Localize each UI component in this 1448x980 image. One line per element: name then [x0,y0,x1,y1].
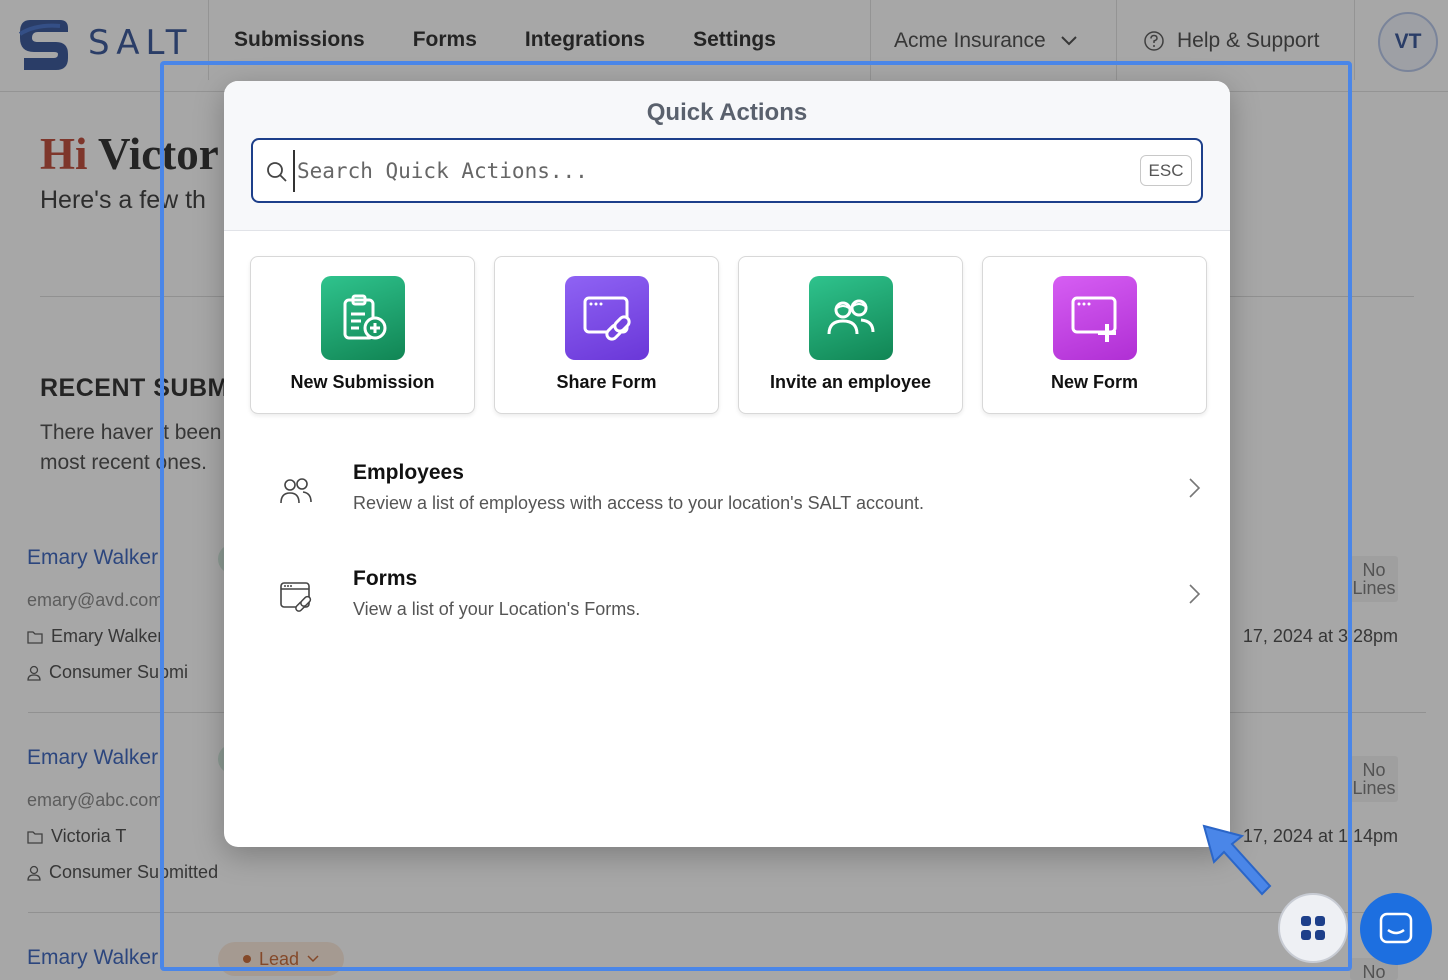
form-plus-icon [1053,276,1137,360]
search-input[interactable] [293,150,1133,192]
list-item-title: Employees [353,461,464,484]
users-icon [809,276,893,360]
card-label: Invite an employee [769,372,932,392]
new-form-card[interactable]: New Form [982,256,1207,414]
employees-list-item[interactable]: Employees Review a list of employess wit… [264,461,1204,533]
search-icon [267,162,287,182]
list-item-description: Review a list of employess with access t… [353,493,925,513]
new-submission-card[interactable]: New Submission [250,256,475,414]
quick-action-cards: New Submission Share Form Invite an empl… [250,256,1207,414]
quick-actions-button[interactable] [1278,893,1348,963]
grid-icon [1301,916,1325,940]
form-link-icon [565,276,649,360]
form-link-icon [280,582,312,612]
chat-button[interactable] [1360,893,1432,965]
forms-list-item[interactable]: Forms View a list of your Location's For… [264,567,1204,639]
card-label: New Form [1050,372,1138,392]
list-item-title: Forms [353,567,418,590]
modal-header: Quick Actions ESC [224,81,1230,231]
list-item-description: View a list of your Location's Forms. [353,599,641,619]
share-form-card[interactable]: Share Form [494,256,719,414]
chevron-right-icon [1189,478,1201,498]
card-label: Share Form [556,372,657,392]
chat-icon [1379,912,1413,944]
modal-title: Quick Actions [646,99,808,126]
invite-employee-card[interactable]: Invite an employee [738,256,963,414]
cursor-arrow-icon [1202,824,1272,896]
search-box[interactable]: ESC [251,138,1203,203]
card-label: New Submission [290,372,435,392]
users-icon [280,478,312,504]
chevron-right-icon [1189,584,1201,604]
esc-key-hint[interactable]: ESC [1140,155,1192,186]
clipboard-plus-icon [321,276,405,360]
quick-actions-modal: Quick Actions ESC New Submission Share F… [224,81,1230,847]
